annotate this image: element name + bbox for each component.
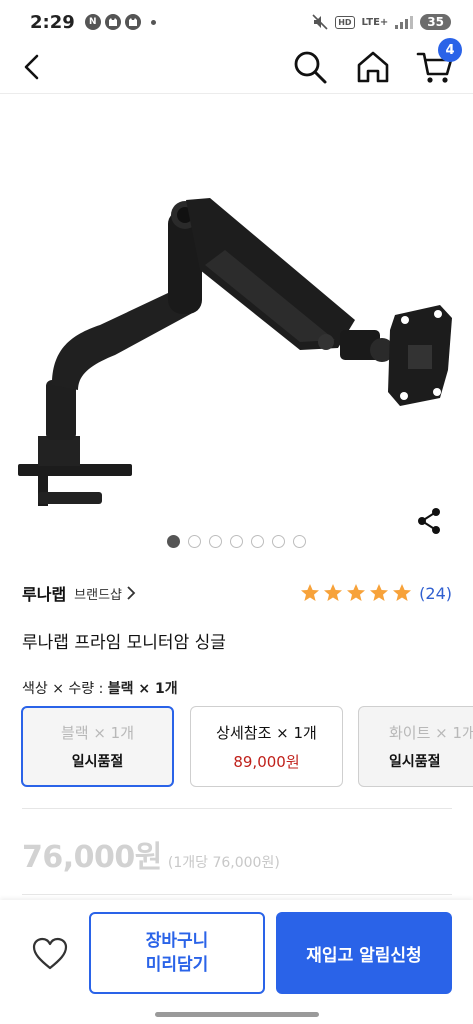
- product-image[interactable]: [0, 170, 473, 530]
- pager-dot[interactable]: [293, 535, 306, 548]
- divider: [22, 894, 452, 895]
- hd-voice-icon: HD: [335, 15, 355, 29]
- star-icon: [301, 584, 320, 601]
- cat-notification-icon: [124, 14, 141, 30]
- divider: [22, 808, 452, 809]
- option-card-detail[interactable]: 상세참조 × 1개 89,000원: [190, 706, 343, 787]
- cart-count-badge: 4: [438, 38, 462, 62]
- unit-price: (1개당 76,000원): [167, 855, 280, 871]
- price-row: 76,000원 (1개당 76,000원): [22, 832, 280, 876]
- battery-icon: 35: [420, 14, 451, 30]
- signal-icon: [395, 15, 414, 29]
- star-icon: [370, 584, 389, 601]
- pager-dot[interactable]: [209, 535, 222, 548]
- option-status: 일시품절: [389, 754, 441, 770]
- add-to-cart-button[interactable]: 장바구니 미리담기: [89, 912, 265, 994]
- product-title: 루나랩 프라임 모니터암 싱글: [22, 633, 226, 653]
- status-bar: 2:29 N HD LTE+ 35: [0, 0, 473, 44]
- cat-notification-icon: [104, 14, 121, 30]
- share-icon[interactable]: [414, 506, 444, 536]
- option-card-white[interactable]: 화이트 × 1개 일시품절: [358, 706, 473, 787]
- option-selected-value: 블랙 × 1개: [107, 681, 178, 697]
- pager-dot[interactable]: [272, 535, 285, 548]
- option-label: 색상 × 수량 : 블랙 × 1개: [22, 678, 178, 698]
- star-icon: [324, 584, 343, 601]
- option-price: 89,000원: [233, 752, 300, 771]
- add-to-cart-label-line2: 미리담기: [145, 955, 209, 975]
- pager-dot[interactable]: [251, 535, 264, 548]
- option-name: 화이트 × 1개: [389, 724, 473, 742]
- star-icon: [347, 584, 366, 601]
- brand-shop-link[interactable]: 브랜드샵: [74, 584, 136, 603]
- header-divider: [0, 93, 473, 94]
- chevron-right-icon: [127, 586, 136, 600]
- restock-alert-button[interactable]: 재입고 알림신청: [276, 912, 452, 994]
- home-icon[interactable]: [354, 48, 392, 86]
- option-status: 일시품절: [71, 754, 124, 770]
- review-count[interactable]: (24): [419, 584, 452, 603]
- option-label-prefix: 색상 × 수량 :: [22, 681, 108, 697]
- more-notifications-dot: [150, 19, 156, 25]
- home-indicator[interactable]: [155, 1012, 319, 1017]
- add-to-cart-label-line1: 장바구니: [145, 931, 209, 951]
- option-card-black[interactable]: 블랙 × 1개 일시품절: [21, 706, 174, 787]
- naver-notification-icon: N: [84, 14, 101, 30]
- option-cards: 블랙 × 1개 일시품절 상세참조 × 1개 89,000원 화이트 × 1개 …: [21, 706, 473, 788]
- search-icon[interactable]: [291, 48, 329, 86]
- pager-dot[interactable]: [167, 535, 180, 548]
- status-indicators: HD LTE+ 35: [312, 14, 451, 30]
- bottom-action-bar: 장바구니 미리담기 재입고 알림신청: [0, 900, 473, 1024]
- brand-shop-label: 브랜드샵: [74, 587, 123, 603]
- notification-icons: N: [84, 14, 156, 30]
- heart-icon[interactable]: [30, 934, 70, 974]
- image-pager: [167, 535, 306, 548]
- network-type: LTE+: [361, 16, 389, 28]
- pager-dot[interactable]: [188, 535, 201, 548]
- star-icon: [393, 584, 412, 601]
- rating-stars[interactable]: (24): [300, 583, 452, 603]
- status-time: 2:29: [30, 11, 75, 33]
- app-header: 4: [0, 38, 473, 92]
- option-name: 상세참조 × 1개: [216, 723, 317, 742]
- brand-row: 루나랩 브랜드샵 (24): [22, 580, 452, 606]
- back-icon[interactable]: [18, 52, 46, 82]
- option-name: 블랙 × 1개: [60, 724, 135, 742]
- product-price: 76,000원: [22, 840, 162, 875]
- mute-icon: [312, 14, 328, 30]
- brand-name[interactable]: 루나랩: [22, 581, 66, 605]
- pager-dot[interactable]: [230, 535, 243, 548]
